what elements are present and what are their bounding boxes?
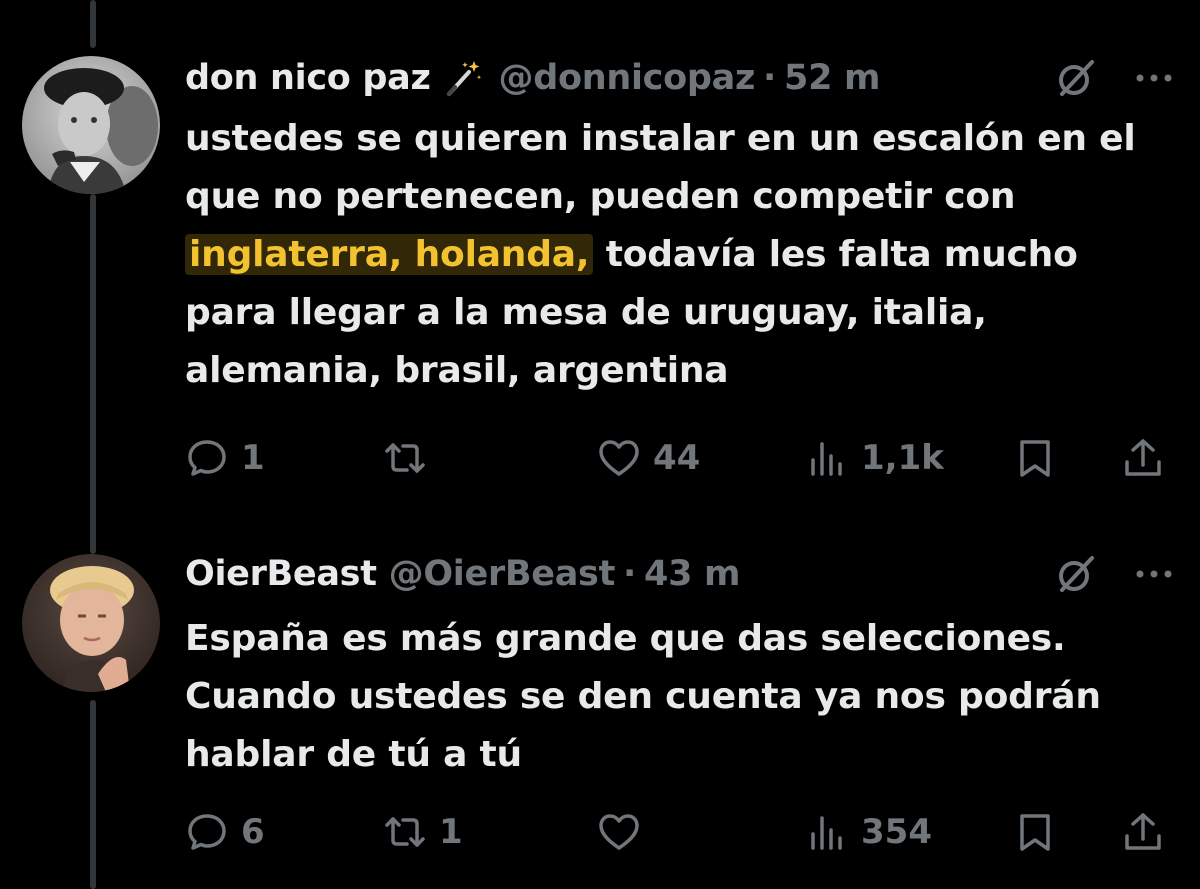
magic-wand-icon [446,61,481,96]
bookmark-button[interactable] [1013,802,1069,862]
display-name[interactable]: don nico paz [185,58,431,98]
tweet-1-header: don nico paz @donnicopaz · 52 m [185,48,1050,108]
views-button[interactable]: 1,1k [805,428,944,488]
avatar-donnicopaz[interactable] [22,56,160,194]
view-count: 1,1k [861,438,944,478]
reply-button[interactable]: 1 [185,428,265,488]
display-name[interactable]: OierBeast [185,554,377,594]
bookmark-icon [1020,440,1050,477]
views-icon [811,442,842,476]
tweet-2-text: España es más grande que das selecciones… [185,618,1101,775]
tweet-2[interactable]: OierBeast @OierBeast · 43 m España es má… [0,520,1200,889]
reply-count: 6 [241,812,265,852]
retweet-icon [385,443,425,473]
reply-icon [188,814,226,850]
share-button[interactable] [1121,802,1177,862]
tweet-2-header: OierBeast @OierBeast · 43 m [185,544,1050,604]
timestamp[interactable]: 43 m [644,554,740,594]
tweet-text-part: ustedes se quieren instalar en un escaló… [185,118,1136,217]
retweet-button[interactable] [383,428,439,488]
user-handle[interactable]: @OierBeast [389,554,616,594]
grok-icon[interactable] [1052,54,1100,102]
reply-icon [188,440,226,476]
like-button[interactable] [597,802,653,862]
more-icon[interactable] [1130,550,1178,598]
separator-dot: · [763,58,777,98]
tweet-2-actions: 6 1 354 [185,802,1175,862]
retweet-button[interactable]: 1 [383,802,463,862]
like-button[interactable]: 44 [597,428,700,488]
avatar-oierbeast[interactable] [22,554,160,692]
timestamp[interactable]: 52 m [784,58,880,98]
bookmark-icon [1020,814,1050,851]
share-icon [1125,439,1161,476]
like-icon [599,440,639,476]
retweet-count: 1 [439,812,463,852]
tweet-1[interactable]: don nico paz @donnicopaz · 52 m ustedes … [0,0,1200,520]
share-icon [1125,813,1161,850]
tweet-1-actions: 1 44 1,1k [185,428,1175,488]
like-icon [599,814,639,850]
retweet-icon [385,817,425,847]
share-button[interactable] [1121,428,1177,488]
bookmark-button[interactable] [1013,428,1069,488]
grok-icon[interactable] [1052,550,1100,598]
reply-button[interactable]: 6 [185,802,265,862]
more-icon[interactable] [1130,54,1178,102]
user-handle[interactable]: @donnicopaz [499,58,756,98]
views-icon [811,816,842,850]
view-count: 354 [861,812,932,852]
like-count: 44 [653,438,701,478]
separator-dot: · [623,554,637,594]
tweet-1-text: ustedes se quieren instalar en un escaló… [185,110,1175,400]
highlighted-text: inglaterra, holanda, [185,234,594,275]
reply-count: 1 [241,438,265,478]
views-button[interactable]: 354 [805,802,932,862]
